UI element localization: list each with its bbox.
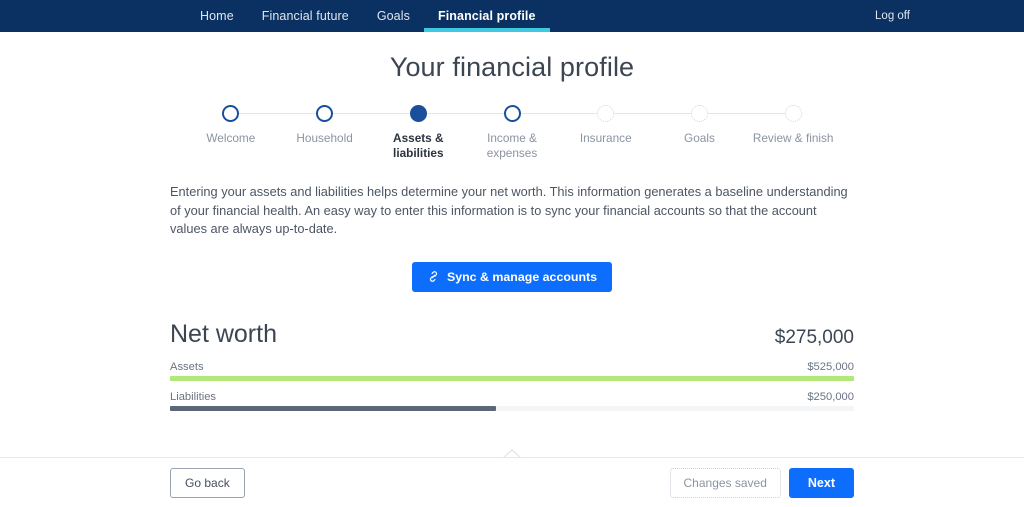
next-button[interactable]: Next — [788, 467, 854, 498]
net-worth-title: Net worth — [170, 319, 277, 348]
nav-item-label: Goals — [376, 9, 410, 23]
step-circle-dotted-icon — [597, 105, 615, 122]
stepper-step-welcome[interactable]: Welcome — [184, 105, 278, 161]
step-circle-dotted-icon — [784, 105, 802, 122]
next-label: Next — [807, 475, 835, 490]
liabilities-value: $250,000 — [807, 390, 854, 403]
logoff-link[interactable]: Log off — [861, 0, 924, 32]
stepper-step-label: Goals — [684, 131, 715, 145]
sync-button-label: Sync & manage accounts — [446, 269, 598, 284]
main-content: Your financial profile Welcome Household… — [0, 32, 1024, 457]
financial-profile-page: Home Financial future Goals Financial pr… — [0, 0, 1024, 507]
stepper-step-income-expenses[interactable]: Income & expenses — [465, 105, 559, 161]
step-circle-filled-icon — [409, 105, 427, 122]
go-back-button[interactable]: Go back — [170, 467, 245, 498]
net-worth-bars: Assets $525,000 Liabilities $250,000 — [170, 361, 854, 411]
stepper-step-household[interactable]: Household — [278, 105, 372, 161]
page-footer: Go back Changes saved Next — [0, 457, 1024, 507]
liabilities-label: Liabilities — [170, 390, 217, 403]
stepper-step-label: Income & expenses — [486, 131, 538, 160]
footer-actions: Changes saved Next — [669, 467, 854, 498]
step-circle-icon — [222, 105, 240, 122]
net-worth-header: Net worth $275,000 — [170, 320, 854, 349]
liabilities-bar-head: Liabilities $250,000 — [170, 391, 854, 403]
nav-item-financial-future[interactable]: Financial future — [248, 0, 363, 32]
logoff-label: Log off — [875, 10, 910, 22]
assets-bar-head: Assets $525,000 — [170, 361, 854, 373]
nav-item-label: Home — [200, 9, 234, 23]
nav-item-label: Financial future — [261, 9, 349, 23]
assets-bar-track — [170, 375, 854, 381]
liabilities-bar-block: Liabilities $250,000 — [170, 391, 854, 411]
step-circle-icon — [503, 105, 521, 122]
chevron-up-icon — [496, 448, 528, 457]
nav-item-financial-profile[interactable]: Financial profile — [423, 0, 550, 32]
nav-item-label: Financial profile — [437, 9, 536, 23]
stepper-step-label: Assets & liabilities — [393, 131, 444, 160]
net-worth-value: $275,000 — [774, 326, 854, 348]
content-container: Your financial profile Welcome Household… — [170, 32, 854, 457]
stepper-step-label: Insurance — [579, 131, 632, 145]
nav-item-goals[interactable]: Goals — [363, 0, 424, 32]
page-title: Your financial profile — [389, 52, 635, 82]
assets-bar-fill — [170, 375, 854, 381]
nav-item-home[interactable]: Home — [186, 0, 248, 32]
progress-stepper: Welcome Household Assets & liabilities I… — [184, 99, 840, 161]
step-circle-dotted-icon — [690, 105, 708, 122]
footer-inner: Go back Changes saved Next — [170, 467, 854, 498]
assets-bar-block: Assets $525,000 — [170, 361, 854, 381]
sync-manage-accounts-button[interactable]: Sync & manage accounts — [411, 261, 613, 292]
changes-saved-status: Changes saved — [669, 467, 781, 498]
liabilities-bar-track — [170, 405, 854, 411]
go-back-label: Go back — [185, 475, 230, 490]
stepper-step-assets-liabilities[interactable]: Assets & liabilities — [371, 105, 465, 161]
stepper-step-label: Review & finish — [752, 131, 834, 145]
stepper-step-label: Welcome — [206, 131, 256, 145]
stepper-step-label: Household — [296, 131, 353, 145]
intro-paragraph: Entering your assets and liabilities hel… — [170, 184, 848, 236]
changes-saved-label: Changes saved — [683, 475, 767, 490]
stepper-step-insurance[interactable]: Insurance — [559, 105, 653, 161]
assets-value: $525,000 — [807, 360, 854, 373]
stepper-step-review-finish[interactable]: Review & finish — [746, 105, 840, 161]
top-navigation-bar: Home Financial future Goals Financial pr… — [0, 0, 1024, 32]
assets-label: Assets — [170, 360, 204, 373]
nav-items: Home Financial future Goals Financial pr… — [186, 0, 550, 32]
link-icon — [427, 270, 440, 283]
expand-section-divider[interactable] — [170, 445, 854, 457]
stepper-step-goals[interactable]: Goals — [653, 105, 747, 161]
step-circle-icon — [316, 105, 334, 122]
liabilities-bar-fill — [170, 405, 496, 411]
sync-button-row: Sync & manage accounts — [170, 261, 854, 292]
